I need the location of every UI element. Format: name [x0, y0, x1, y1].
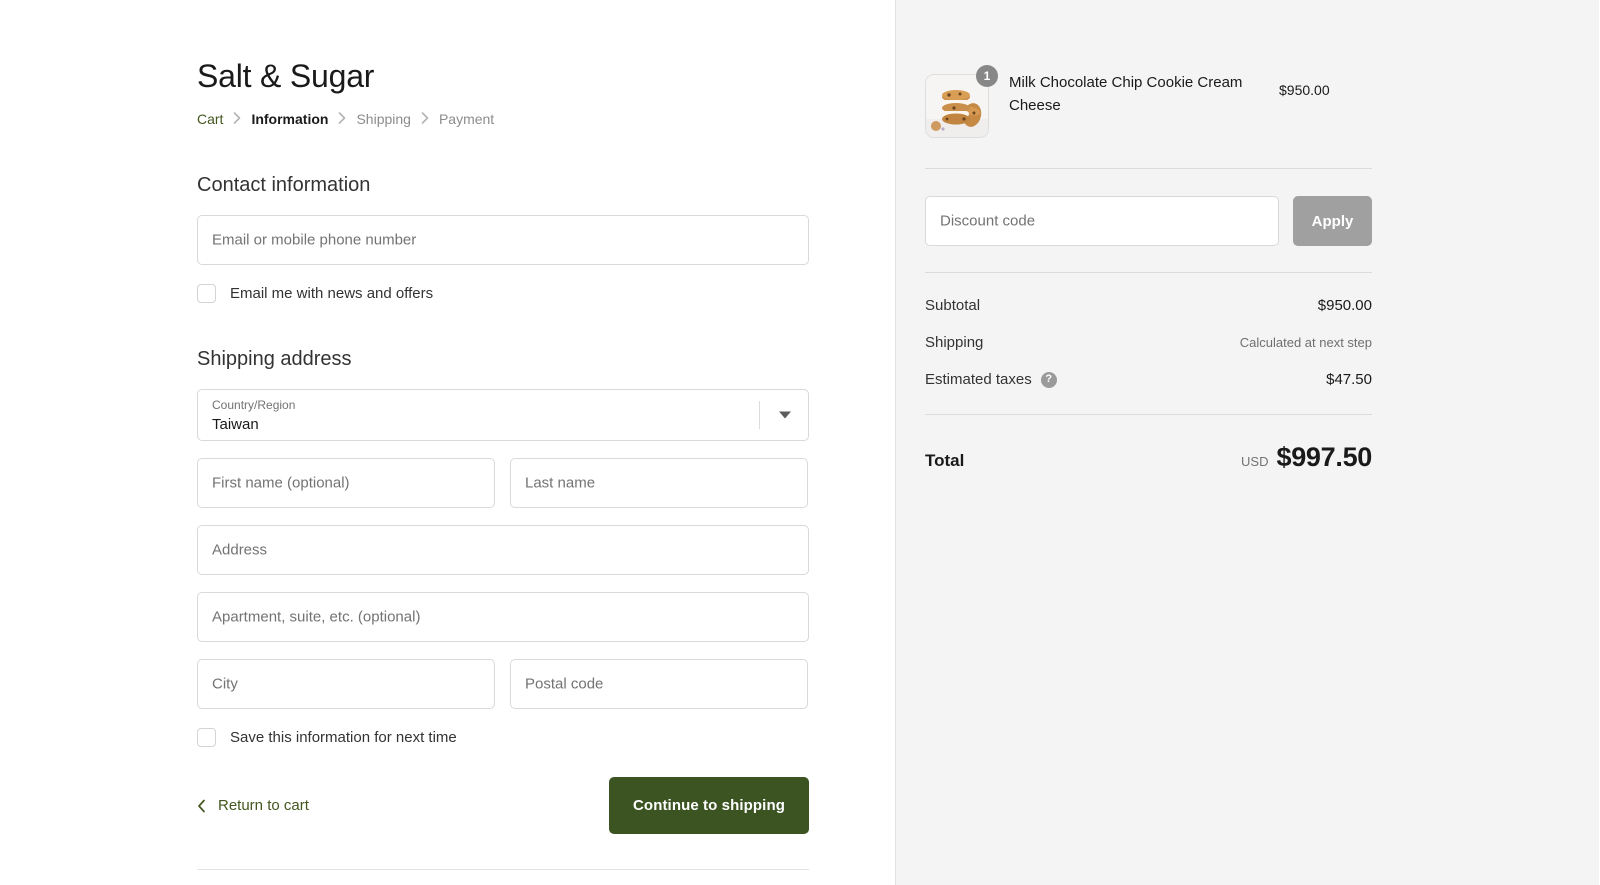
estimated-taxes-value: $47.50: [1326, 371, 1372, 388]
quantity-badge: 1: [976, 65, 998, 87]
footer-divider: [197, 869, 809, 870]
form-actions: Return to cart Continue to shipping: [197, 777, 809, 834]
save-info-checkbox-row[interactable]: Save this information for next time: [197, 728, 809, 747]
country-region-select[interactable]: Country/Region Taiwan: [197, 389, 809, 441]
select-divider: [759, 401, 760, 429]
first-name-placeholder: First name (optional): [212, 474, 350, 492]
address-field[interactable]: Address: [197, 525, 809, 575]
estimated-taxes-text: Estimated taxes: [925, 371, 1032, 388]
estimated-taxes-row: Estimated taxes ? $47.50: [925, 371, 1372, 388]
discount-code-placeholder: Discount code: [940, 212, 1036, 230]
discount-row: Discount code Apply: [925, 196, 1372, 246]
breadcrumb-item-cart[interactable]: Cart: [197, 110, 223, 128]
city-placeholder: City: [212, 675, 238, 693]
grand-total-currency: USD: [1241, 454, 1269, 469]
subtotal-row: Subtotal $950.00: [925, 297, 1372, 314]
last-name-field[interactable]: Last name: [510, 458, 808, 508]
chevron-right-icon: [233, 112, 241, 124]
shipping-address-heading: Shipping address: [197, 348, 352, 370]
first-name-field[interactable]: First name (optional): [197, 458, 495, 508]
address-placeholder: Address: [212, 541, 268, 559]
summary-divider-discount: [925, 272, 1372, 273]
order-summary-inner: 1 Milk Chocolate Chip Cookie Cream Chees…: [925, 0, 1372, 473]
newsletter-checkbox[interactable]: [197, 284, 216, 303]
shipping-value: Calculated at next step: [1239, 335, 1372, 350]
breadcrumb-item-payment: Payment: [438, 111, 495, 127]
email-field-placeholder: Email or mobile phone number: [212, 231, 417, 249]
discount-code-input[interactable]: Discount code: [925, 196, 1279, 246]
apartment-field[interactable]: Apartment, suite, etc. (optional): [197, 592, 809, 642]
shipping-label: Shipping: [925, 334, 984, 351]
checkout-form-inner: Salt & Sugar Cart Information Shipping P…: [197, 0, 809, 834]
chevron-right-icon: [421, 112, 429, 124]
newsletter-checkbox-row[interactable]: Email me with news and offers: [197, 284, 809, 303]
apartment-placeholder: Apartment, suite, etc. (optional): [212, 608, 421, 626]
postal-code-field[interactable]: Postal code: [510, 659, 808, 709]
shipping-row: Shipping Calculated at next step: [925, 334, 1372, 351]
email-field[interactable]: Email or mobile phone number: [197, 215, 809, 265]
chevron-down-icon[interactable]: [779, 411, 791, 419]
save-info-checkbox[interactable]: [197, 728, 216, 747]
order-line-item: 1 Milk Chocolate Chip Cookie Cream Chees…: [925, 65, 1372, 138]
subtotal-value: $950.00: [1317, 297, 1372, 314]
breadcrumb-item-information[interactable]: Information: [251, 110, 328, 128]
save-info-checkbox-label: Save this information for next time: [230, 729, 457, 746]
city-field[interactable]: City: [197, 659, 495, 709]
question-mark-icon[interactable]: ?: [1040, 371, 1057, 388]
contact-information-heading: Contact information: [197, 174, 371, 196]
return-to-cart-label: Return to cart: [218, 797, 309, 814]
grand-total-value-group: USD $997.50: [1241, 442, 1372, 473]
shop-title: Salt & Sugar: [197, 58, 375, 94]
country-region-label: Country/Region: [212, 398, 296, 412]
summary-divider-items: [925, 168, 1372, 169]
grand-total-label: Total: [925, 451, 965, 470]
order-summary-panel: 1 Milk Chocolate Chip Cookie Cream Chees…: [896, 0, 1599, 885]
continue-to-shipping-button[interactable]: Continue to shipping: [609, 777, 809, 834]
last-name-placeholder: Last name: [525, 474, 596, 492]
name-fields-row: First name (optional) Last name: [197, 441, 809, 508]
product-title: Milk Chocolate Chip Cookie Cream Cheese: [1009, 74, 1243, 114]
newsletter-checkbox-label: Email me with news and offers: [230, 285, 434, 302]
checkout-page: Salt & Sugar Cart Information Shipping P…: [0, 0, 1600, 885]
breadcrumb: Cart Information Shipping Payment: [197, 110, 809, 128]
checkout-form-panel: Salt & Sugar Cart Information Shipping P…: [0, 0, 896, 885]
chevron-right-icon: [338, 112, 346, 124]
estimated-taxes-label: Estimated taxes ?: [925, 371, 1057, 388]
grand-total-row: Total USD $997.50: [925, 442, 1372, 473]
return-to-cart-link[interactable]: Return to cart: [197, 797, 309, 814]
summary-divider-total: [925, 414, 1372, 415]
country-region-value: Taiwan: [212, 416, 259, 433]
breadcrumb-item-shipping: Shipping: [356, 111, 411, 127]
product-price: $950.00: [1279, 82, 1330, 98]
subtotal-label: Subtotal: [925, 297, 981, 314]
product-thumbnail-wrap: 1: [925, 65, 998, 138]
city-postal-row: City Postal code: [197, 642, 809, 709]
grand-total-amount: $997.50: [1276, 442, 1373, 472]
chevron-left-icon: [197, 799, 206, 813]
summary-totals: Subtotal $950.00 Shipping Calculated at …: [925, 297, 1372, 388]
postal-code-placeholder: Postal code: [525, 675, 604, 693]
apply-discount-button[interactable]: Apply: [1293, 196, 1372, 246]
